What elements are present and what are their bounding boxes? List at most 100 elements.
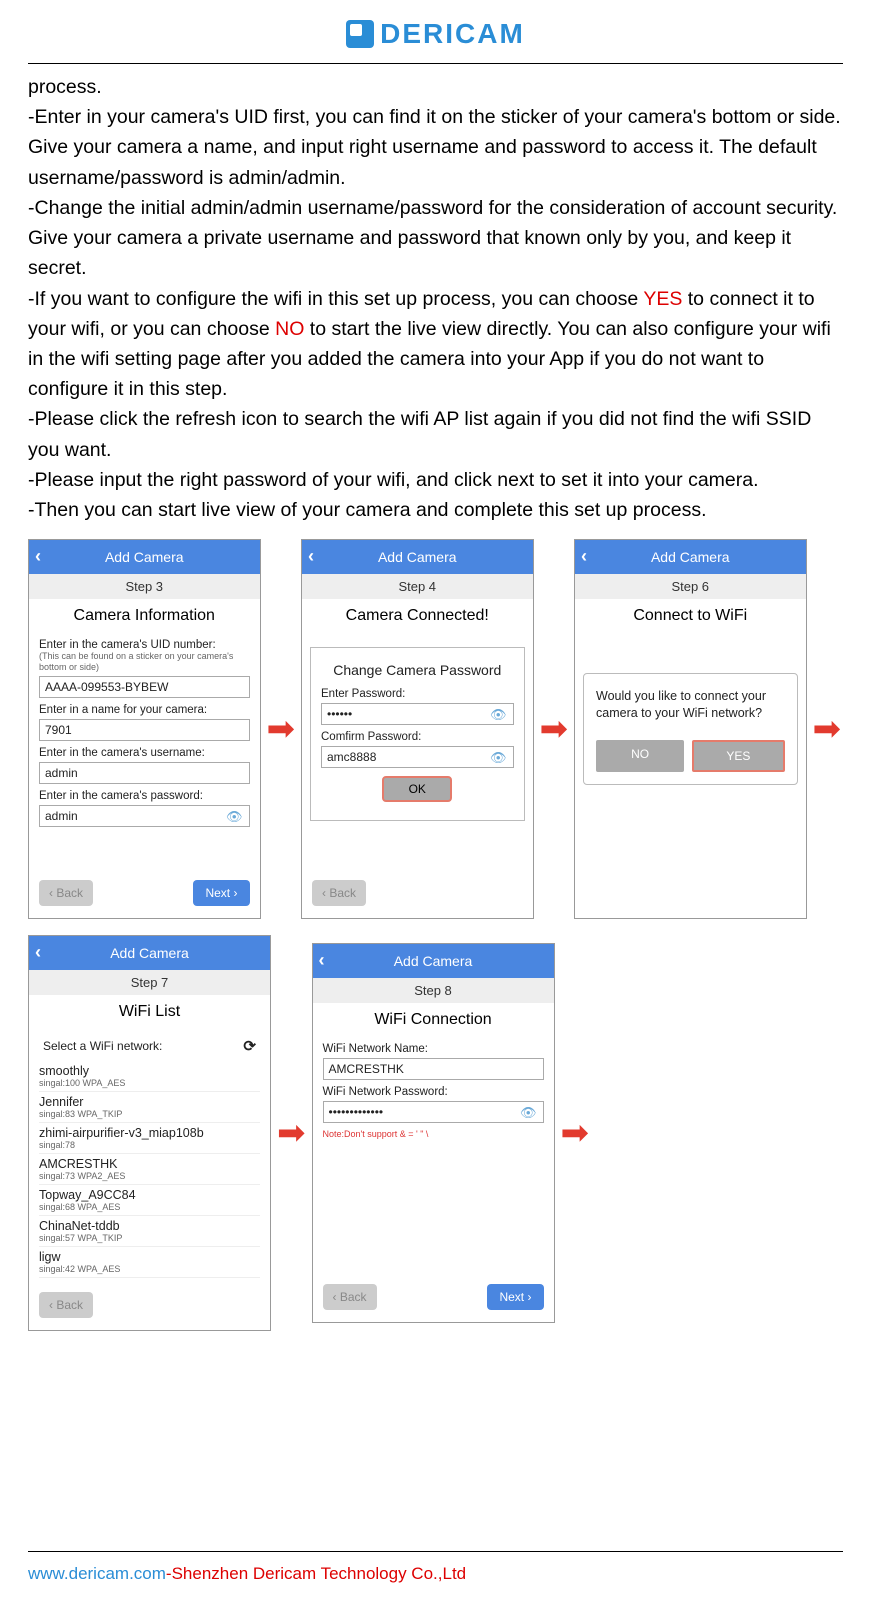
next-button[interactable]: Next › [193,880,249,906]
header-rule [28,63,843,64]
back-icon[interactable]: ‹ [581,546,587,567]
password-input[interactable]: admin👁 [39,805,250,827]
arrow-icon: ➡ [811,712,844,746]
arrow-icon: ➡ [265,712,298,746]
appbar: ‹ Add Camera [302,540,533,574]
back-button[interactable]: ‹ Back [312,880,366,906]
arrow-icon: ➡ [559,1116,592,1150]
para-change-password: -Change the initial admin/admin username… [28,193,843,284]
footer-company: Shenzhen Dericam Technology Co.,Ltd [172,1564,467,1583]
appbar: ‹ Add Camera [29,936,270,970]
phone-step6: ‹ Add Camera Step 6 Connect to WiFi Woul… [574,539,807,919]
eye-icon[interactable]: 👁 [490,750,507,766]
dialog-text: Would you like to connect your camera to… [596,688,785,722]
no-button[interactable]: NO [596,740,684,772]
uid-input[interactable]: AAAA-099553-BYBEW [39,676,250,698]
para-refresh: -Please click the refresh icon to search… [28,404,843,464]
popup-title: Change Camera Password [321,662,514,678]
step-label: Step 6 [575,574,806,599]
wifi-item[interactable]: ChinaNet-tddbsingal:57 WPA_TKIP [39,1216,260,1247]
para-wifi-choice: -If you want to configure the wifi in th… [28,284,843,405]
footer-rule [28,1551,843,1552]
phone-step4: ‹ Add Camera Step 4 Camera Connected! Ch… [301,539,534,919]
eye-icon[interactable]: 👁 [520,1105,537,1121]
back-icon[interactable]: ‹ [35,942,41,963]
eye-icon[interactable]: 👁 [226,809,243,825]
screen-title: WiFi Connection [313,1003,554,1037]
username-label: Enter in the camera's username: [39,747,250,759]
wifi-item[interactable]: Topway_A9CC84singal:68 WPA_AES [39,1185,260,1216]
instruction-text: process. -Enter in your camera's UID fir… [28,72,843,525]
wifi-name-input[interactable]: AMCRESTHK [323,1058,544,1080]
appbar: ‹ Add Camera [575,540,806,574]
arrow-icon: ➡ [275,1116,308,1150]
text-yes: YES [643,288,682,310]
phone-step7: ‹ Add Camera Step 7 WiFi List Select a W… [28,935,271,1331]
back-button[interactable]: ‹ Back [323,1284,377,1310]
wifi-name-label: WiFi Network Name: [323,1043,544,1055]
para-process: process. [28,72,843,102]
wifi-item[interactable]: zhimi-airpurifier-v3_miap108bsingal:78 [39,1123,260,1154]
yes-button[interactable]: YES [692,740,784,772]
appbar-title: Add Camera [110,945,189,961]
back-button[interactable]: ‹ Back [39,880,93,906]
name-input[interactable]: 7901 [39,719,250,741]
para-live-view: -Then you can start live view of your ca… [28,495,843,525]
screen-title: Connect to WiFi [575,599,806,633]
appbar-title: Add Camera [651,549,730,565]
wifi-item[interactable]: Jennifersingal:83 WPA_TKIP [39,1092,260,1123]
wifi-connect-dialog: Would you like to connect your camera to… [583,673,798,785]
confirm-password-label: Comfirm Password: [321,731,514,743]
phone-step8: ‹ Add Camera Step 8 WiFi Connection WiFi… [312,943,555,1323]
enter-password-input[interactable]: ••••••👁 [321,703,514,725]
step-label: Step 4 [302,574,533,599]
select-wifi-label: Select a WiFi network: [43,1039,162,1053]
step-label: Step 7 [29,970,270,995]
footer-url: www.dericam.com [28,1564,166,1583]
wifi-password-input[interactable]: •••••••••••••👁 [323,1101,544,1123]
footer: www.dericam.com-Shenzhen Dericam Technol… [28,1560,843,1584]
brand-logo: DERICAM [28,10,843,59]
wifi-password-label: WiFi Network Password: [323,1086,544,1098]
appbar-title: Add Camera [378,549,457,565]
password-note: Note:Don't support & = ' " \ [323,1129,544,1139]
brand-text: DERICAM [380,18,525,50]
appbar: ‹ Add Camera [313,944,554,978]
screen-title: WiFi List [29,995,270,1029]
screen-title: Camera Connected! [302,599,533,633]
screenshot-row-2: ‹ Add Camera Step 7 WiFi List Select a W… [28,935,843,1331]
next-button[interactable]: Next › [487,1284,543,1310]
refresh-icon[interactable]: ⟳ [243,1037,256,1055]
enter-password-label: Enter Password: [321,688,514,700]
name-label: Enter in a name for your camera: [39,704,250,716]
uid-hint: (This can be found on a sticker on your … [39,651,250,673]
back-button[interactable]: ‹ Back [39,1292,93,1318]
eye-icon[interactable]: 👁 [490,707,507,723]
text-no: NO [275,318,304,340]
change-password-popup: Change Camera Password Enter Password: •… [310,647,525,821]
wifi-item[interactable]: ligwsingal:42 WPA_AES [39,1247,260,1278]
uid-label: Enter in the camera's UID number: [39,639,250,651]
para-uid: -Enter in your camera's UID first, you c… [28,102,843,193]
wifi-item[interactable]: AMCRESTHKsingal:73 WPA2_AES [39,1154,260,1185]
appbar-title: Add Camera [394,953,473,969]
password-label: Enter in the camera's password: [39,790,250,802]
username-input[interactable]: admin [39,762,250,784]
appbar: ‹ Add Camera [29,540,260,574]
screen-title: Camera Information [29,599,260,633]
wifi-item[interactable]: smoothlysingal:100 WPA_AES [39,1061,260,1092]
back-icon[interactable]: ‹ [308,546,314,567]
para-password: -Please input the right password of your… [28,465,843,495]
confirm-password-input[interactable]: amc8888👁 [321,746,514,768]
step-label: Step 3 [29,574,260,599]
logo-icon [346,20,374,48]
ok-button[interactable]: OK [382,776,452,802]
phone-step3: ‹ Add Camera Step 3 Camera Information E… [28,539,261,919]
back-icon[interactable]: ‹ [319,950,325,971]
arrow-icon: ➡ [538,712,571,746]
step-label: Step 8 [313,978,554,1003]
appbar-title: Add Camera [105,549,184,565]
screenshot-row-1: ‹ Add Camera Step 3 Camera Information E… [28,539,843,919]
back-icon[interactable]: ‹ [35,546,41,567]
wifi-list: smoothlysingal:100 WPA_AESJennifersingal… [39,1061,260,1278]
